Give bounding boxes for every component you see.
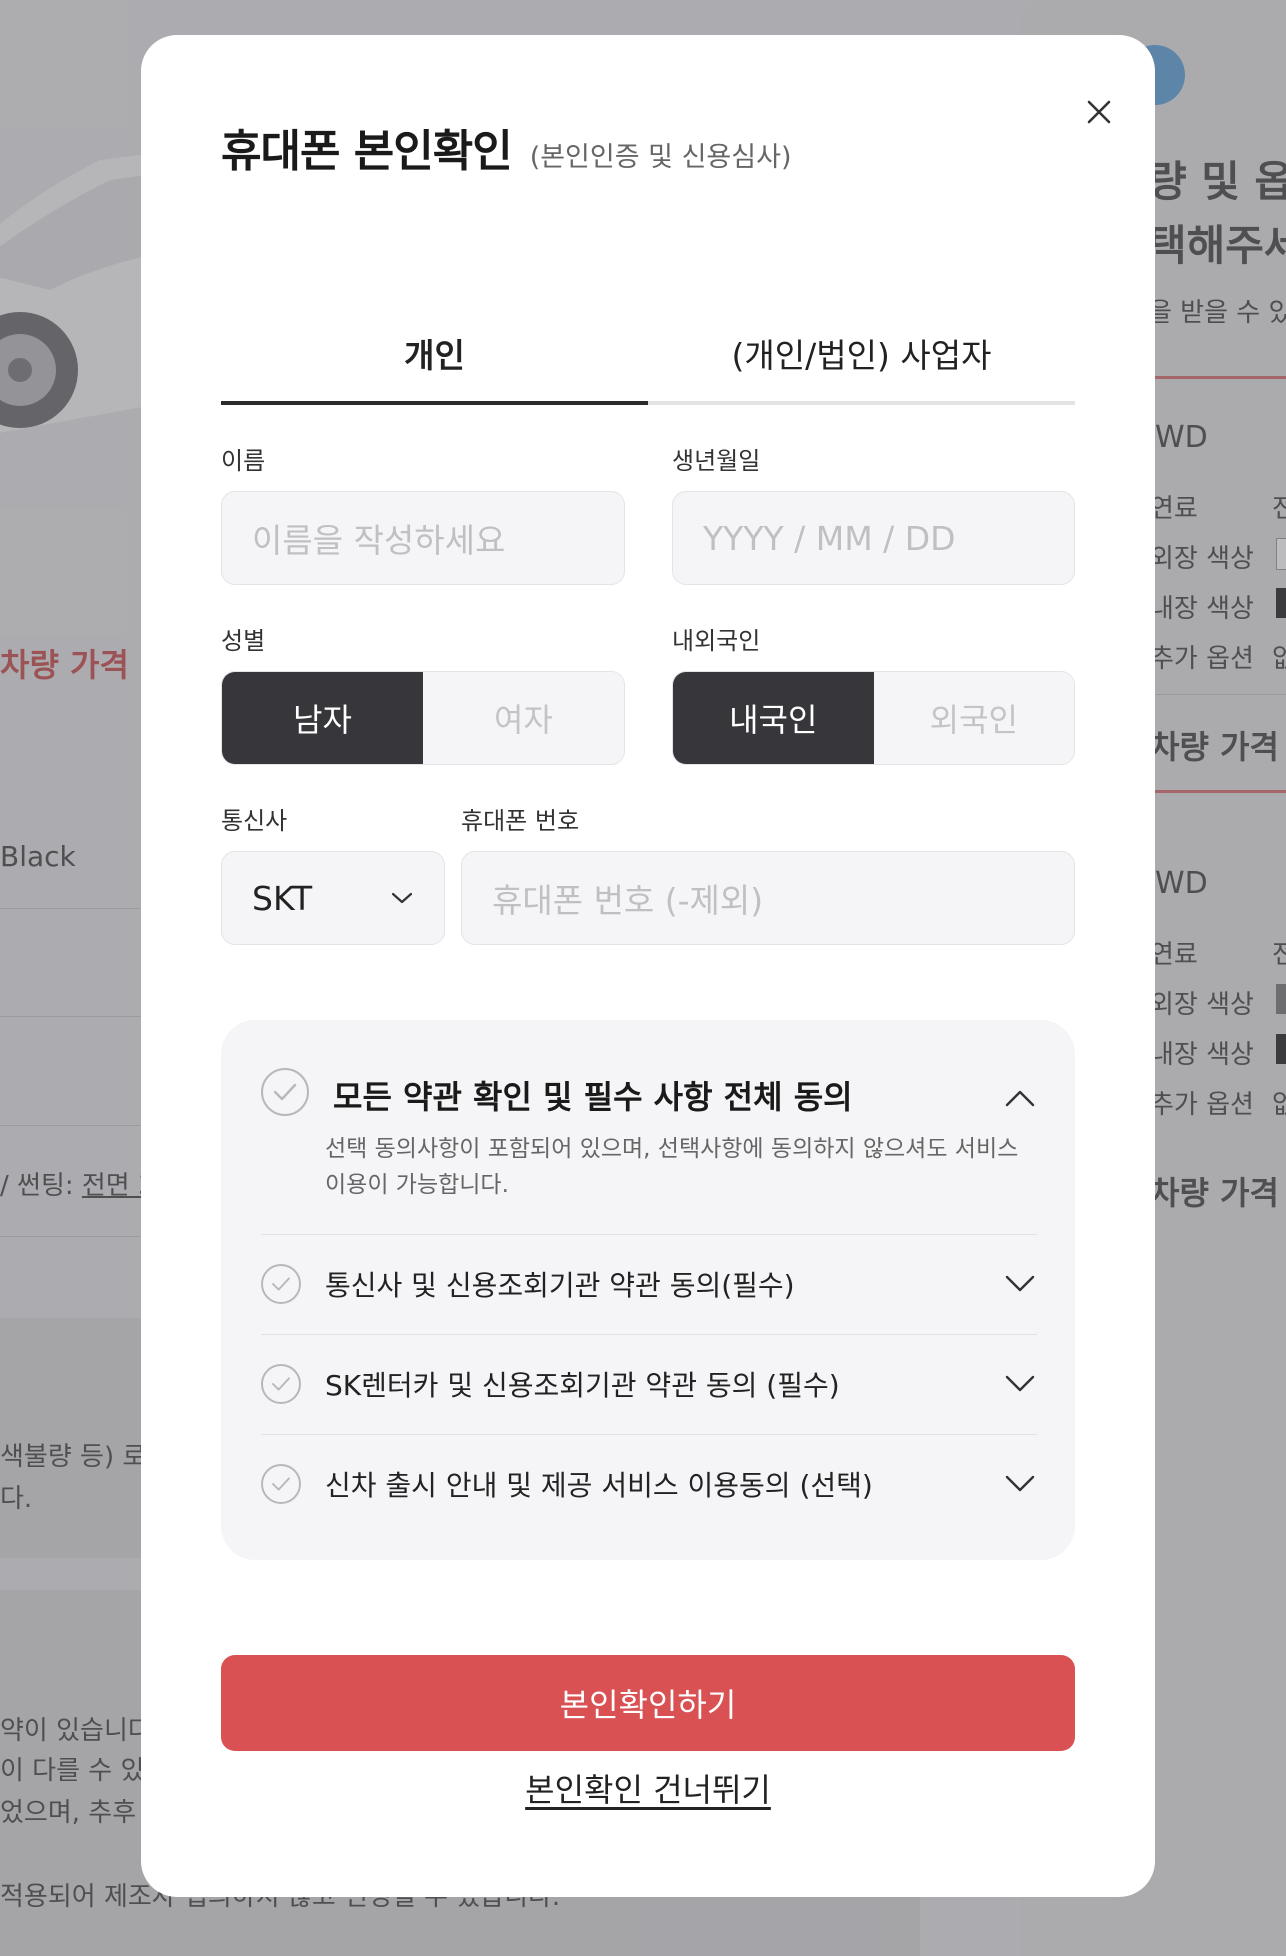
check-icon xyxy=(273,1083,297,1101)
name-input[interactable]: 이름을 작성하세요 xyxy=(221,491,625,585)
phone-input[interactable]: 휴대폰 번호 (-제외) xyxy=(461,851,1075,945)
agree-all-description: 선택 동의사항이 포함되어 있으며, 선택사항에 동의하지 않으셔도 서비스 이… xyxy=(325,1136,1019,1198)
gender-male-option[interactable]: 남자 xyxy=(222,672,423,764)
carrier-select[interactable]: SKT xyxy=(221,851,445,945)
modal-subtitle: (본인인증 및 신용심사) xyxy=(529,142,792,173)
phone-label: 휴대폰 번호 xyxy=(461,807,580,835)
chevron-down-icon[interactable] xyxy=(1003,1374,1037,1394)
term-item-skrentacar[interactable]: SK렌터카 및 신용조회기관 약관 동의 (필수) xyxy=(325,1364,840,1404)
modal-header: 휴대폰 본인확인 (본인인증 및 신용심사) xyxy=(221,115,791,179)
check-icon xyxy=(272,1277,290,1291)
close-icon[interactable] xyxy=(1070,83,1128,141)
carrier-label: 통신사 xyxy=(221,807,288,835)
modal-title: 휴대폰 본인확인 xyxy=(221,126,513,177)
term-item-carrier[interactable]: 통신사 및 신용조회기관 약관 동의(필수) xyxy=(325,1264,795,1304)
check-icon xyxy=(272,1477,290,1491)
agree-all-title: 모든 약관 확인 및 필수 사항 전체 동의 xyxy=(333,1078,853,1116)
carrier-value: SKT xyxy=(252,878,313,918)
skip-verification-label: 본인확인 건너뛰기 xyxy=(525,1771,771,1809)
terms-divider xyxy=(261,1334,1037,1335)
term-checkbox-skrentacar[interactable] xyxy=(261,1364,301,1404)
tab-business[interactable]: (개인/법인) 사업자 xyxy=(648,305,1075,401)
nationality-label: 내외국인 xyxy=(672,627,761,655)
chevron-up-icon[interactable] xyxy=(1003,1088,1037,1108)
user-type-tabs: 개인 (개인/법인) 사업자 xyxy=(221,305,1075,405)
chevron-down-icon[interactable] xyxy=(1003,1474,1037,1494)
nationality-toggle: 내국인 외국인 xyxy=(672,671,1075,765)
tab-individual[interactable]: 개인 xyxy=(221,305,648,405)
verify-button[interactable]: 본인확인하기 xyxy=(221,1655,1075,1751)
chevron-down-icon[interactable] xyxy=(1003,1274,1037,1294)
gender-label: 성별 xyxy=(221,627,266,655)
agree-all-checkbox[interactable] xyxy=(261,1068,309,1116)
chevron-down-icon xyxy=(391,892,413,904)
gender-toggle: 남자 여자 xyxy=(221,671,625,765)
skip-verification-link[interactable]: 본인확인 건너뛰기 xyxy=(141,1765,1155,1811)
terms-panel: 모든 약관 확인 및 필수 사항 전체 동의 선택 동의사항이 포함되어 있으며… xyxy=(221,1020,1075,1560)
gender-female-option[interactable]: 여자 xyxy=(423,672,624,764)
birthdate-input[interactable]: YYYY / MM / DD xyxy=(672,491,1075,585)
name-label: 이름 xyxy=(221,447,266,475)
identity-verification-modal: 휴대폰 본인확인 (본인인증 및 신용심사) 개인 (개인/법인) 사업자 이름… xyxy=(141,35,1155,1897)
term-checkbox-marketing[interactable] xyxy=(261,1464,301,1504)
terms-divider xyxy=(261,1434,1037,1435)
nationality-foreign-option[interactable]: 외국인 xyxy=(873,672,1074,764)
check-icon xyxy=(272,1377,290,1391)
nationality-domestic-option[interactable]: 내국인 xyxy=(673,672,874,764)
term-checkbox-carrier[interactable] xyxy=(261,1264,301,1304)
birth-label: 생년월일 xyxy=(672,447,761,475)
term-item-marketing[interactable]: 신차 출시 안내 및 제공 서비스 이용동의 (선택) xyxy=(325,1464,873,1504)
terms-divider xyxy=(261,1234,1037,1235)
